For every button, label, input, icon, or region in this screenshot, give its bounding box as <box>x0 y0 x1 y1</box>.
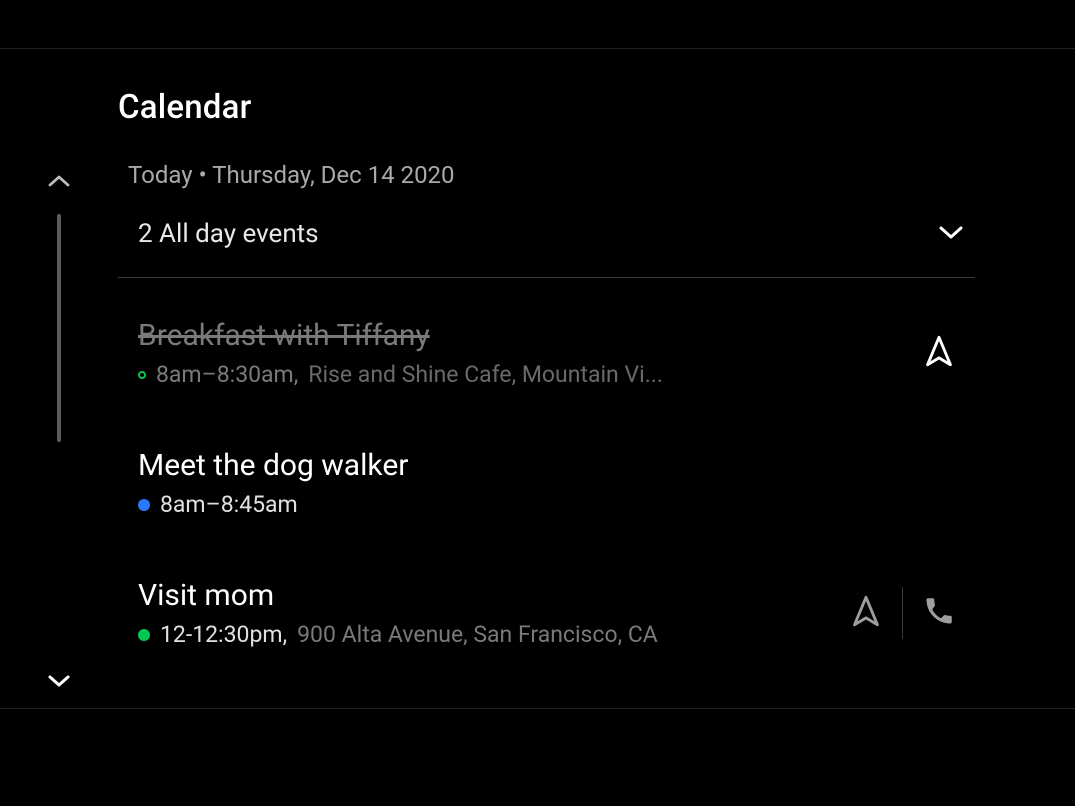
chevron-down-icon <box>937 223 965 245</box>
date-prefix: Today <box>128 161 193 189</box>
calendar-color-dot <box>138 499 150 511</box>
page-title: Calendar <box>118 88 975 127</box>
all-day-events-row[interactable]: 2 All day events <box>118 219 975 278</box>
event-row[interactable]: Meet the dog walker 8am–8:45am <box>118 418 975 548</box>
event-location: 900 Alta Avenue, San Francisco, CA <box>297 621 658 648</box>
event-location: Rise and Shine Cafe, Mountain Vi... <box>308 361 663 388</box>
phone-icon <box>924 596 954 630</box>
scroll-indicator <box>57 214 61 442</box>
all-day-events-label: 2 All day events <box>138 219 319 249</box>
call-button[interactable] <box>903 596 975 630</box>
event-time: 12-12:30pm, <box>160 621 287 648</box>
date-header: Today • Thursday, Dec 14 2020 <box>128 161 975 189</box>
navigate-button[interactable] <box>903 335 975 371</box>
navigate-icon <box>852 595 880 631</box>
event-time: 8am–8:30am, <box>156 361 298 388</box>
calendar-color-dot <box>138 371 146 379</box>
event-title: Visit mom <box>138 578 810 613</box>
event-time: 8am–8:45am <box>160 491 298 518</box>
event-row[interactable]: Visit mom 12-12:30pm, 900 Alta Avenue, San… <box>118 548 975 678</box>
event-title: Meet the dog walker <box>138 448 975 483</box>
navigate-button[interactable] <box>830 595 902 631</box>
scroll-up-button[interactable] <box>48 173 70 192</box>
event-row[interactable]: Breakfast with Tiffany 8am–8:30am, Rise an… <box>118 288 975 418</box>
date-separator: • <box>193 161 213 189</box>
navigate-icon <box>925 335 953 371</box>
scroll-down-button[interactable] <box>47 673 71 693</box>
calendar-color-dot <box>138 629 150 641</box>
event-title: Breakfast with Tiffany <box>138 318 883 353</box>
date-full: Thursday, Dec 14 2020 <box>212 161 454 189</box>
